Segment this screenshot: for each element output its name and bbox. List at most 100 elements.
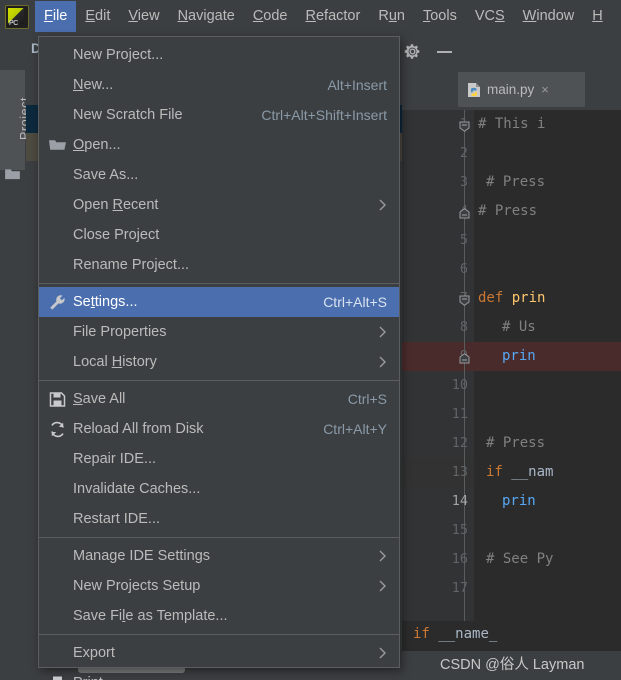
line-number: 10	[451, 377, 468, 393]
menubar-item-refactor[interactable]: Refactor	[297, 3, 370, 31]
menu-separator	[39, 634, 399, 635]
menu-item-label: Save File as Template...	[73, 608, 228, 624]
menu-item-save-all[interactable]: Save All Ctrl+S	[39, 384, 399, 414]
code-token: # This i	[478, 116, 546, 132]
menubar-item-window[interactable]: Window	[514, 3, 584, 31]
menubar-item-navigate[interactable]: Navigate	[169, 3, 244, 31]
menu-item-new-project[interactable]: New Project...	[39, 40, 399, 70]
chevron-right-icon	[379, 326, 386, 338]
chevron-right-icon	[379, 199, 386, 211]
menu-item-reload-all-from-disk[interactable]: Reload All from Disk Ctrl+Alt+Y	[39, 414, 399, 444]
line-number: 13	[451, 464, 468, 480]
line-number: 11	[451, 406, 468, 422]
line-number: 2	[459, 145, 468, 161]
menubar-item-vcs[interactable]: VCS	[466, 3, 514, 31]
sidebar-item-project[interactable]: Project	[0, 70, 32, 180]
code-token: prin	[502, 348, 536, 364]
error-line-background	[474, 342, 621, 371]
line-number: 3	[459, 174, 468, 190]
close-icon[interactable]: ×	[541, 83, 549, 96]
code-token: __nam	[511, 464, 554, 480]
code-line: prin	[502, 487, 536, 516]
menubar-item-code[interactable]: Code	[244, 3, 297, 31]
wrench-icon	[50, 295, 65, 310]
menu-item-label: Open Recent	[73, 197, 159, 213]
menu-item-export[interactable]: Export	[39, 638, 399, 668]
menu-separator	[39, 380, 399, 381]
menu-item-label: New Projects Setup	[73, 578, 201, 594]
menubar-item-file[interactable]: File	[35, 0, 77, 33]
line-number: 6	[459, 261, 468, 277]
menu-item-save-file-as-template[interactable]: Save File as Template...	[39, 601, 399, 631]
file-menu-dropdown[interactable]: New Project... New... Alt+Insert New Scratc…	[38, 36, 400, 680]
code-line: # This i	[478, 110, 545, 139]
menubar-item-view[interactable]: View	[119, 3, 168, 31]
code-token: prin	[502, 493, 536, 509]
menu-item-label: Close Project	[73, 227, 160, 243]
menu-item-repair-ide[interactable]: Repair IDE...	[39, 444, 399, 474]
line-number: 17	[451, 580, 468, 596]
editor-tab-bar: main.py ×	[402, 69, 621, 110]
code-line: # Press	[486, 168, 545, 197]
menu-separator	[39, 537, 399, 538]
gear-icon[interactable]	[404, 43, 421, 60]
save-icon	[49, 392, 66, 407]
line-number: 5	[459, 232, 468, 248]
code-text-area[interactable]: # This i # Press # Press def prin # Us prin # …	[474, 110, 621, 621]
menu-bar: FileEditViewNavigateCodeRefactorRunTools…	[0, 0, 621, 33]
minimize-icon[interactable]	[437, 51, 452, 53]
line-number: 8	[459, 319, 468, 335]
tab-main-py[interactable]: main.py ×	[458, 72, 585, 107]
code-token: prin	[511, 290, 546, 306]
folder-icon	[49, 140, 66, 150]
chevron-right-icon	[379, 647, 386, 659]
line-number: 16	[451, 551, 468, 567]
menu-item-shortcut: Alt+Insert	[327, 77, 387, 93]
menubar-item-h[interactable]: H	[583, 3, 611, 31]
menubar-item-edit[interactable]: Edit	[76, 3, 119, 31]
menu-item-settings[interactable]: Settings... Ctrl+Alt+S	[39, 287, 399, 317]
menu-item-save-as[interactable]: Save As...	[39, 160, 399, 190]
fold-close-icon[interactable]	[459, 351, 470, 364]
code-line: if __nam	[486, 458, 553, 487]
code-token: if	[486, 464, 512, 480]
code-line: # Press	[478, 197, 537, 226]
menu-item-file-properties[interactable]: File Properties	[39, 317, 399, 347]
printer-icon	[53, 676, 62, 680]
menu-item-invalidate-caches[interactable]: Invalidate Caches...	[39, 474, 399, 504]
code-line: prin	[502, 342, 536, 371]
folder-icon	[5, 169, 20, 180]
code-line: def prin	[478, 284, 545, 313]
menu-item-open[interactable]: Open...	[39, 130, 399, 160]
menu-item-new[interactable]: New... Alt+Insert	[39, 70, 399, 100]
menu-item-label: Save As...	[73, 167, 139, 183]
pycharm-window: FileEditViewNavigateCodeRefactorRunTools…	[0, 0, 621, 680]
code-token: # Press	[478, 203, 538, 219]
menubar-item-tools[interactable]: Tools	[414, 3, 466, 31]
menu-item-label: New Project...	[73, 47, 164, 63]
menu-item-print[interactable]: Print...	[39, 668, 399, 680]
menu-item-restart-ide[interactable]: Restart IDE...	[39, 504, 399, 534]
fold-close-icon[interactable]	[459, 206, 470, 219]
fold-open-icon[interactable]	[459, 293, 470, 306]
menu-item-label: Manage IDE Settings	[73, 548, 211, 564]
menu-item-label: New Scratch File	[73, 107, 183, 123]
fold-open-icon[interactable]	[459, 119, 470, 132]
menu-item-label: New...	[73, 77, 114, 93]
code-line: # See Py	[486, 545, 553, 574]
menu-item-new-projects-setup[interactable]: New Projects Setup	[39, 571, 399, 601]
menu-item-close-project[interactable]: Close Project	[39, 220, 399, 250]
menu-item-shortcut: Ctrl+Alt+Y	[323, 421, 387, 437]
code-line: # Us	[502, 313, 536, 342]
bottom-preview-code: if __name_	[413, 626, 497, 642]
menu-separator	[39, 283, 399, 284]
menu-item-open-recent[interactable]: Open Recent	[39, 190, 399, 220]
menu-item-new-scratch-file[interactable]: New Scratch File Ctrl+Alt+Shift+Insert	[39, 100, 399, 130]
code-token: if	[413, 626, 439, 642]
menu-item-shortcut: Ctrl+Alt+Shift+Insert	[261, 107, 387, 123]
left-tool-stripe: Project	[0, 33, 32, 680]
menubar-item-run[interactable]: Run	[369, 3, 414, 31]
menu-item-local-history[interactable]: Local History	[39, 347, 399, 377]
menu-item-rename-project[interactable]: Rename Project...	[39, 250, 399, 280]
menu-item-manage-ide-settings[interactable]: Manage IDE Settings	[39, 541, 399, 571]
